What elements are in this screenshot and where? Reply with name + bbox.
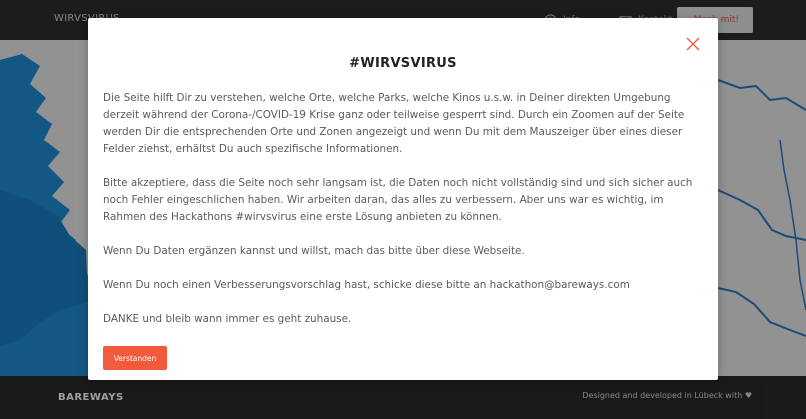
modal-paragraph-feedback: Wenn Du noch einen Verbesserungsvorschla… (103, 279, 630, 291)
modal-paragraph-thanks: DANKE und bleib wann immer es geht zuhau… (103, 313, 352, 325)
modal-paragraph-disclaimer: Bitte akzeptiere, dass die Seite noch se… (103, 177, 693, 223)
close-icon[interactable] (686, 37, 700, 51)
info-modal: #WIRVSVIRUS Die Seite hilft Dir zu verst… (88, 18, 718, 380)
modal-paragraph-data: Wenn Du Daten ergänzen kannst und willst… (103, 245, 525, 257)
modal-body: Die Seite hilft Dir zu verstehen, welche… (103, 90, 707, 345)
confirm-button[interactable]: Verstanden (103, 346, 167, 370)
modal-paragraph-intro: Die Seite hilft Dir zu verstehen, welche… (103, 92, 685, 155)
modal-title: #WIRVSVIRUS (349, 56, 457, 71)
